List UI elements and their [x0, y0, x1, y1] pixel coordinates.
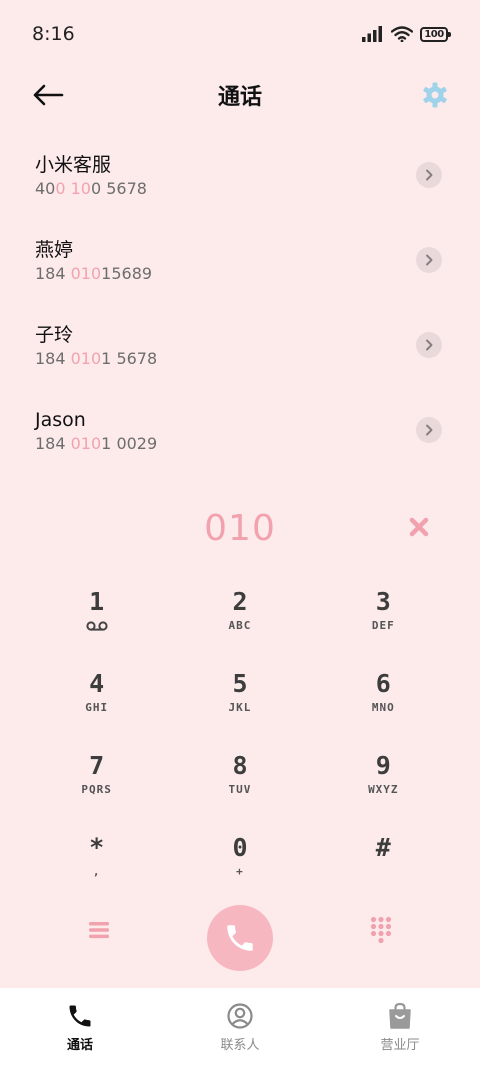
- contact-number: 184 0101 5678: [35, 348, 158, 368]
- contact-detail-button[interactable]: [416, 417, 442, 443]
- key-5[interactable]: 5 JKL: [168, 662, 311, 744]
- key-letters: ,: [92, 865, 101, 878]
- dial-action-row: [0, 905, 480, 975]
- key-digit: 6: [375, 669, 391, 698]
- key-7[interactable]: 7 PQRS: [25, 744, 168, 826]
- key-letters: DEF: [371, 619, 395, 632]
- key-star[interactable]: * ,: [25, 826, 168, 908]
- menu-icon: [89, 922, 109, 939]
- contact-name: Jason: [35, 408, 86, 431]
- key-digit: *: [89, 833, 105, 862]
- menu-button[interactable]: [84, 915, 114, 945]
- voicemail-icon: [86, 621, 108, 631]
- key-digit: 0: [232, 833, 248, 862]
- key-3[interactable]: 3 DEF: [312, 580, 455, 662]
- key-digit: 4: [89, 669, 105, 698]
- contact-number: 184 0101 0029: [35, 433, 158, 453]
- gear-icon: [423, 82, 447, 108]
- store-bag-icon: [386, 1002, 414, 1030]
- contact-results-list: 小米客服 400 100 5678 燕婷 184 01015689 子玲 184…: [0, 133, 480, 473]
- key-digit: #: [375, 833, 391, 862]
- header: 通话: [0, 68, 480, 122]
- tab-label: 营业厅: [380, 1038, 420, 1053]
- chevron-right-icon: [426, 254, 433, 266]
- phone-icon: [66, 1002, 94, 1030]
- contact-result-row[interactable]: Jason 184 0101 0029: [0, 388, 480, 473]
- contact-number: 184 01015689: [35, 263, 153, 283]
- chevron-right-icon: [426, 424, 433, 436]
- tab-label: 通话: [66, 1038, 93, 1053]
- page-title: 通话: [217, 85, 262, 110]
- chevron-right-icon: [426, 169, 433, 181]
- keypad-row: 1 2 ABC 3 DEF: [25, 580, 455, 662]
- keypad-row: * , 0 + #: [25, 826, 455, 908]
- key-digit: 7: [89, 751, 105, 780]
- dialed-number: 010: [204, 507, 276, 549]
- close-icon: [409, 517, 429, 537]
- key-8[interactable]: 8 TUV: [168, 744, 311, 826]
- key-letters: JKL: [228, 701, 252, 714]
- back-button[interactable]: [30, 80, 66, 110]
- key-4[interactable]: 4 GHI: [25, 662, 168, 744]
- dial-keypad: 1 2 ABC 3 DEF 4 GHI 5 JKL 6 MNO 7 PQRS 8…: [25, 580, 455, 908]
- wifi-icon: [391, 26, 413, 42]
- keypad-toggle-button[interactable]: [366, 913, 396, 947]
- battery-icon: 100: [420, 26, 451, 42]
- dialpad-icon: [370, 916, 392, 944]
- contact-name: 燕婷: [35, 238, 74, 261]
- contact-result-row[interactable]: 小米客服 400 100 5678: [0, 133, 480, 218]
- contact-icon: [226, 1002, 254, 1030]
- tab-calls[interactable]: 通话: [0, 988, 160, 1067]
- tab-contacts[interactable]: 联系人: [160, 988, 320, 1067]
- key-1[interactable]: 1: [25, 580, 168, 662]
- dialed-number-display: 010: [0, 500, 480, 556]
- chevron-right-icon: [426, 339, 433, 351]
- key-9[interactable]: 9 WXYZ: [312, 744, 455, 826]
- battery-level: 100: [424, 28, 444, 40]
- key-letters: TUV: [228, 783, 252, 796]
- key-digit: 9: [375, 751, 391, 780]
- key-digit: 2: [232, 587, 248, 616]
- key-letters: MNO: [371, 701, 395, 714]
- status-time: 8:16: [32, 23, 75, 45]
- key-6[interactable]: 6 MNO: [312, 662, 455, 744]
- key-letters: ABC: [228, 619, 252, 632]
- key-hash[interactable]: #: [312, 826, 455, 908]
- arrow-left-icon: [33, 84, 64, 106]
- key-letters: GHI: [85, 701, 109, 714]
- key-2[interactable]: 2 ABC: [168, 580, 311, 662]
- keypad-row: 4 GHI 5 JKL 6 MNO: [25, 662, 455, 744]
- contact-detail-button[interactable]: [416, 332, 442, 358]
- status-bar: 8:16 100: [0, 0, 480, 68]
- contact-number: 400 100 5678: [35, 178, 147, 198]
- key-digit: 1: [89, 587, 105, 616]
- bottom-tab-bar: 通话 联系人 营业厅: [0, 988, 480, 1067]
- keypad-row: 7 PQRS 8 TUV 9 WXYZ: [25, 744, 455, 826]
- contact-name: 小米客服: [35, 153, 112, 176]
- key-digit: 3: [375, 587, 391, 616]
- contact-result-row[interactable]: 燕婷 184 01015689: [0, 218, 480, 303]
- phone-icon: [227, 925, 253, 951]
- tab-label: 联系人: [220, 1038, 260, 1053]
- delete-digit-button[interactable]: [406, 514, 432, 540]
- key-0[interactable]: 0 +: [168, 826, 311, 908]
- contact-name: 子玲: [35, 323, 74, 346]
- contact-detail-button[interactable]: [416, 247, 442, 273]
- key-digit: 5: [232, 669, 248, 698]
- key-letters: WXYZ: [368, 783, 399, 796]
- contact-detail-button[interactable]: [416, 162, 442, 188]
- key-letters: +: [236, 865, 244, 878]
- signal-icon: [362, 26, 382, 42]
- settings-button[interactable]: [420, 80, 450, 110]
- key-letters: PQRS: [81, 783, 112, 796]
- key-digit: 8: [232, 751, 248, 780]
- contact-result-row[interactable]: 子玲 184 0101 5678: [0, 303, 480, 388]
- tab-service-hall[interactable]: 营业厅: [320, 988, 480, 1067]
- status-icons: 100: [362, 26, 451, 42]
- call-button[interactable]: [207, 905, 273, 971]
